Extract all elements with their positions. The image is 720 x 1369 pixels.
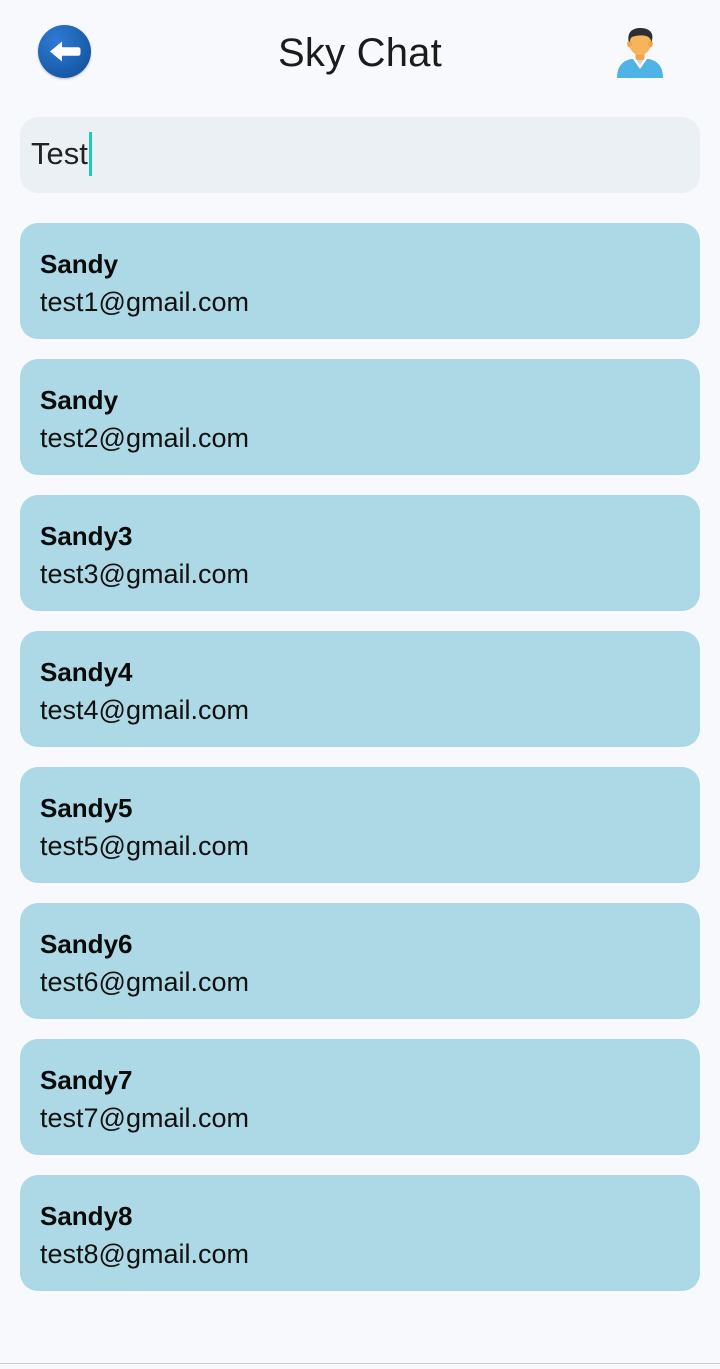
user-email: test3@gmail.com: [40, 559, 249, 589]
user-card[interactable]: Sandy test1@gmail.com: [20, 223, 700, 339]
user-card[interactable]: Sandy8 test8@gmail.com: [20, 1175, 700, 1291]
user-email: test4@gmail.com: [40, 695, 249, 725]
user-card[interactable]: Sandy5 test5@gmail.com: [20, 767, 700, 883]
search-input-value: Test: [31, 136, 88, 171]
user-name: Sandy3: [40, 521, 133, 551]
user-email: test1@gmail.com: [40, 287, 249, 317]
bottom-divider: [0, 1363, 720, 1364]
user-name: Sandy4: [40, 657, 133, 687]
user-card[interactable]: Sandy3 test3@gmail.com: [20, 495, 700, 611]
user-card[interactable]: Sandy6 test6@gmail.com: [20, 903, 700, 1019]
user-name: Sandy: [40, 385, 119, 415]
chat-search-screen: Sky Chat Test Sandy test1@gmail.com Sandy t…: [0, 0, 720, 1369]
user-card[interactable]: Sandy4 test4@gmail.com: [20, 631, 700, 747]
user-email: test7@gmail.com: [40, 1103, 249, 1133]
user-email: test2@gmail.com: [40, 423, 249, 453]
text-cursor: [88, 132, 92, 176]
user-email: test8@gmail.com: [40, 1239, 249, 1269]
user-name: Sandy6: [40, 929, 133, 959]
top-bar: Sky Chat: [0, 0, 720, 106]
user-name: Sandy5: [40, 793, 133, 823]
profile-button[interactable]: [611, 22, 669, 80]
user-email: test6@gmail.com: [40, 967, 249, 997]
search-input[interactable]: Test: [20, 117, 700, 193]
user-name: Sandy8: [40, 1201, 133, 1231]
user-avatar-icon: [617, 27, 663, 78]
user-name: Sandy: [40, 249, 119, 279]
user-name: Sandy7: [40, 1065, 133, 1095]
user-email: test5@gmail.com: [40, 831, 249, 861]
user-list: Sandy test1@gmail.com Sandy test2@gmail.com…: [20, 223, 700, 1311]
user-card[interactable]: Sandy7 test7@gmail.com: [20, 1039, 700, 1155]
user-card[interactable]: Sandy test2@gmail.com: [20, 359, 700, 475]
